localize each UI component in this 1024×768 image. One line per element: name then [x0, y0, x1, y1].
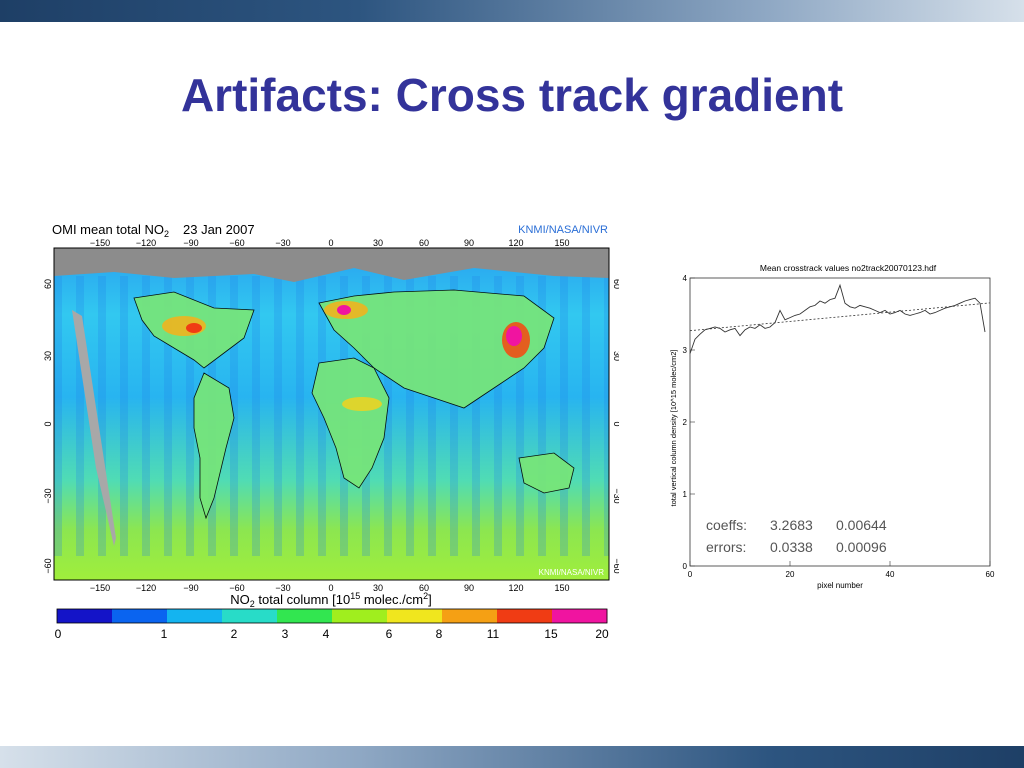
errors-value: 0.0338 — [770, 539, 813, 555]
lon-tick-top: 150 — [554, 238, 569, 248]
map-credit-bottom: KNMI/NASA/NIVR — [539, 568, 605, 577]
slide-title: Artifacts: Cross track gradient — [180, 69, 844, 121]
colorbar-tick: 15 — [544, 627, 558, 641]
footer-bar — [0, 746, 1024, 768]
errors-label: errors: — [706, 539, 746, 555]
colorbar-segment — [222, 609, 278, 623]
y-tick-label: 4 — [683, 274, 688, 283]
x-tick-label: 0 — [688, 570, 693, 579]
hotspot-africa — [342, 397, 382, 411]
lat-tick-left: −30 — [44, 488, 53, 503]
colorbar-segment — [442, 609, 498, 623]
y-tick-label: 1 — [683, 490, 688, 499]
colorbar-segment — [112, 609, 168, 623]
svg-text:NO2 total column [1015 molec./: NO2 total column [1015 molec./cm2] — [230, 591, 431, 609]
coeffs-label: coeffs: — [706, 517, 747, 533]
crosstrack-chart: Mean crosstrack values no2track20070123.… — [669, 263, 995, 590]
lon-tick-top: −30 — [275, 238, 290, 248]
lat-tick-right: −30 — [612, 488, 619, 503]
colorbar-tick: 11 — [487, 627, 500, 641]
chart-title: Mean crosstrack values no2track20070123.… — [760, 263, 937, 273]
lon-tick-top: −60 — [229, 238, 244, 248]
lon-tick-top: 30 — [373, 238, 383, 248]
lon-tick-bottom: −120 — [136, 583, 156, 593]
colorbar-segment — [277, 609, 333, 623]
lon-tick-bottom: 90 — [464, 583, 474, 593]
errors-value: 0.00096 — [836, 539, 887, 555]
map-credit-top: KNMI/NASA/NIVR — [518, 224, 608, 236]
lon-tick-top: −120 — [136, 238, 156, 248]
colorbar-segment — [387, 609, 443, 623]
colorbar-ticks: 0 1 2 3 4 6 8 11 15 20 — [55, 627, 609, 641]
colorbar-tick: 20 — [595, 627, 609, 641]
colorbar-label: NO — [230, 592, 250, 607]
lat-tick-left: −60 — [44, 558, 53, 573]
x-tick-label: 40 — [886, 570, 895, 579]
lat-tick-left: 0 — [44, 421, 53, 426]
y-tick-label: 3 — [683, 346, 688, 355]
y-tick-label: 2 — [683, 418, 688, 427]
linear-fit-line — [689, 302, 991, 332]
lon-tick-top: 0 — [328, 238, 333, 248]
lon-tick-top: 60 — [419, 238, 429, 248]
colorbar-tick: 4 — [323, 627, 330, 641]
mean-crosstrack-line — [689, 283, 986, 354]
colorbar-segment — [57, 609, 113, 623]
colorbar-segment — [332, 609, 388, 623]
lon-tick-top: −90 — [183, 238, 198, 248]
x-ticks: 0 20 40 60 — [688, 570, 995, 579]
x-tick-label: 60 — [986, 570, 995, 579]
colorbar-segment — [497, 609, 553, 623]
map-title: OMI mean total NO — [52, 222, 164, 237]
lon-tick-top: −150 — [90, 238, 110, 248]
x-tick-label: 20 — [786, 570, 795, 579]
header-bar — [0, 0, 1024, 22]
colorbar-tick: 2 — [231, 627, 238, 641]
lat-tick-left: 30 — [44, 351, 53, 361]
y-ticks: 0 1 2 3 4 — [683, 274, 688, 571]
lon-tick-top: 120 — [508, 238, 523, 248]
lat-tick-right: 0 — [612, 421, 619, 426]
x-axis-label: pixel number — [817, 581, 863, 590]
coeffs-value: 3.2683 — [770, 517, 813, 533]
lon-tick-bottom: 150 — [554, 583, 569, 593]
lat-tick-right: 30 — [612, 351, 619, 361]
colorbar-tick: 6 — [386, 627, 393, 641]
lat-tick-left: 60 — [44, 279, 53, 289]
colorbar-tick: 8 — [436, 627, 443, 641]
fit-annotation: coeffs: 3.2683 0.00644 errors: 0.0338 0.… — [706, 517, 887, 555]
y-axis-label: total vertical column density [10^15 mol… — [669, 350, 678, 507]
colorbar-segment — [167, 609, 223, 623]
colorbar-tick: 1 — [161, 627, 168, 641]
lon-tick-top: 90 — [464, 238, 474, 248]
lon-tick-bottom: −150 — [90, 583, 110, 593]
no2-map-figure: OMI mean total NO2 23 Jan 2007 KNMI/NASA/… — [44, 222, 619, 641]
lat-tick-right: 60 — [612, 279, 619, 289]
map-date: 23 Jan 2007 — [183, 222, 255, 237]
colorbar-tick: 0 — [55, 627, 62, 641]
svg-text:OMI mean total NO223 Jan 2007: OMI mean total NO2 23 Jan 2007 — [52, 222, 255, 239]
colorbar-tick: 3 — [282, 627, 289, 641]
colorbar-segment — [552, 609, 608, 623]
map-title-sub: 2 — [164, 229, 169, 239]
lon-tick-bottom: −90 — [183, 583, 198, 593]
coeffs-value: 0.00644 — [836, 517, 887, 533]
colorbar — [56, 608, 608, 624]
lat-tick-right: −60 — [612, 558, 619, 573]
lon-tick-bottom: 120 — [508, 583, 523, 593]
y-tick-label: 0 — [683, 562, 688, 571]
